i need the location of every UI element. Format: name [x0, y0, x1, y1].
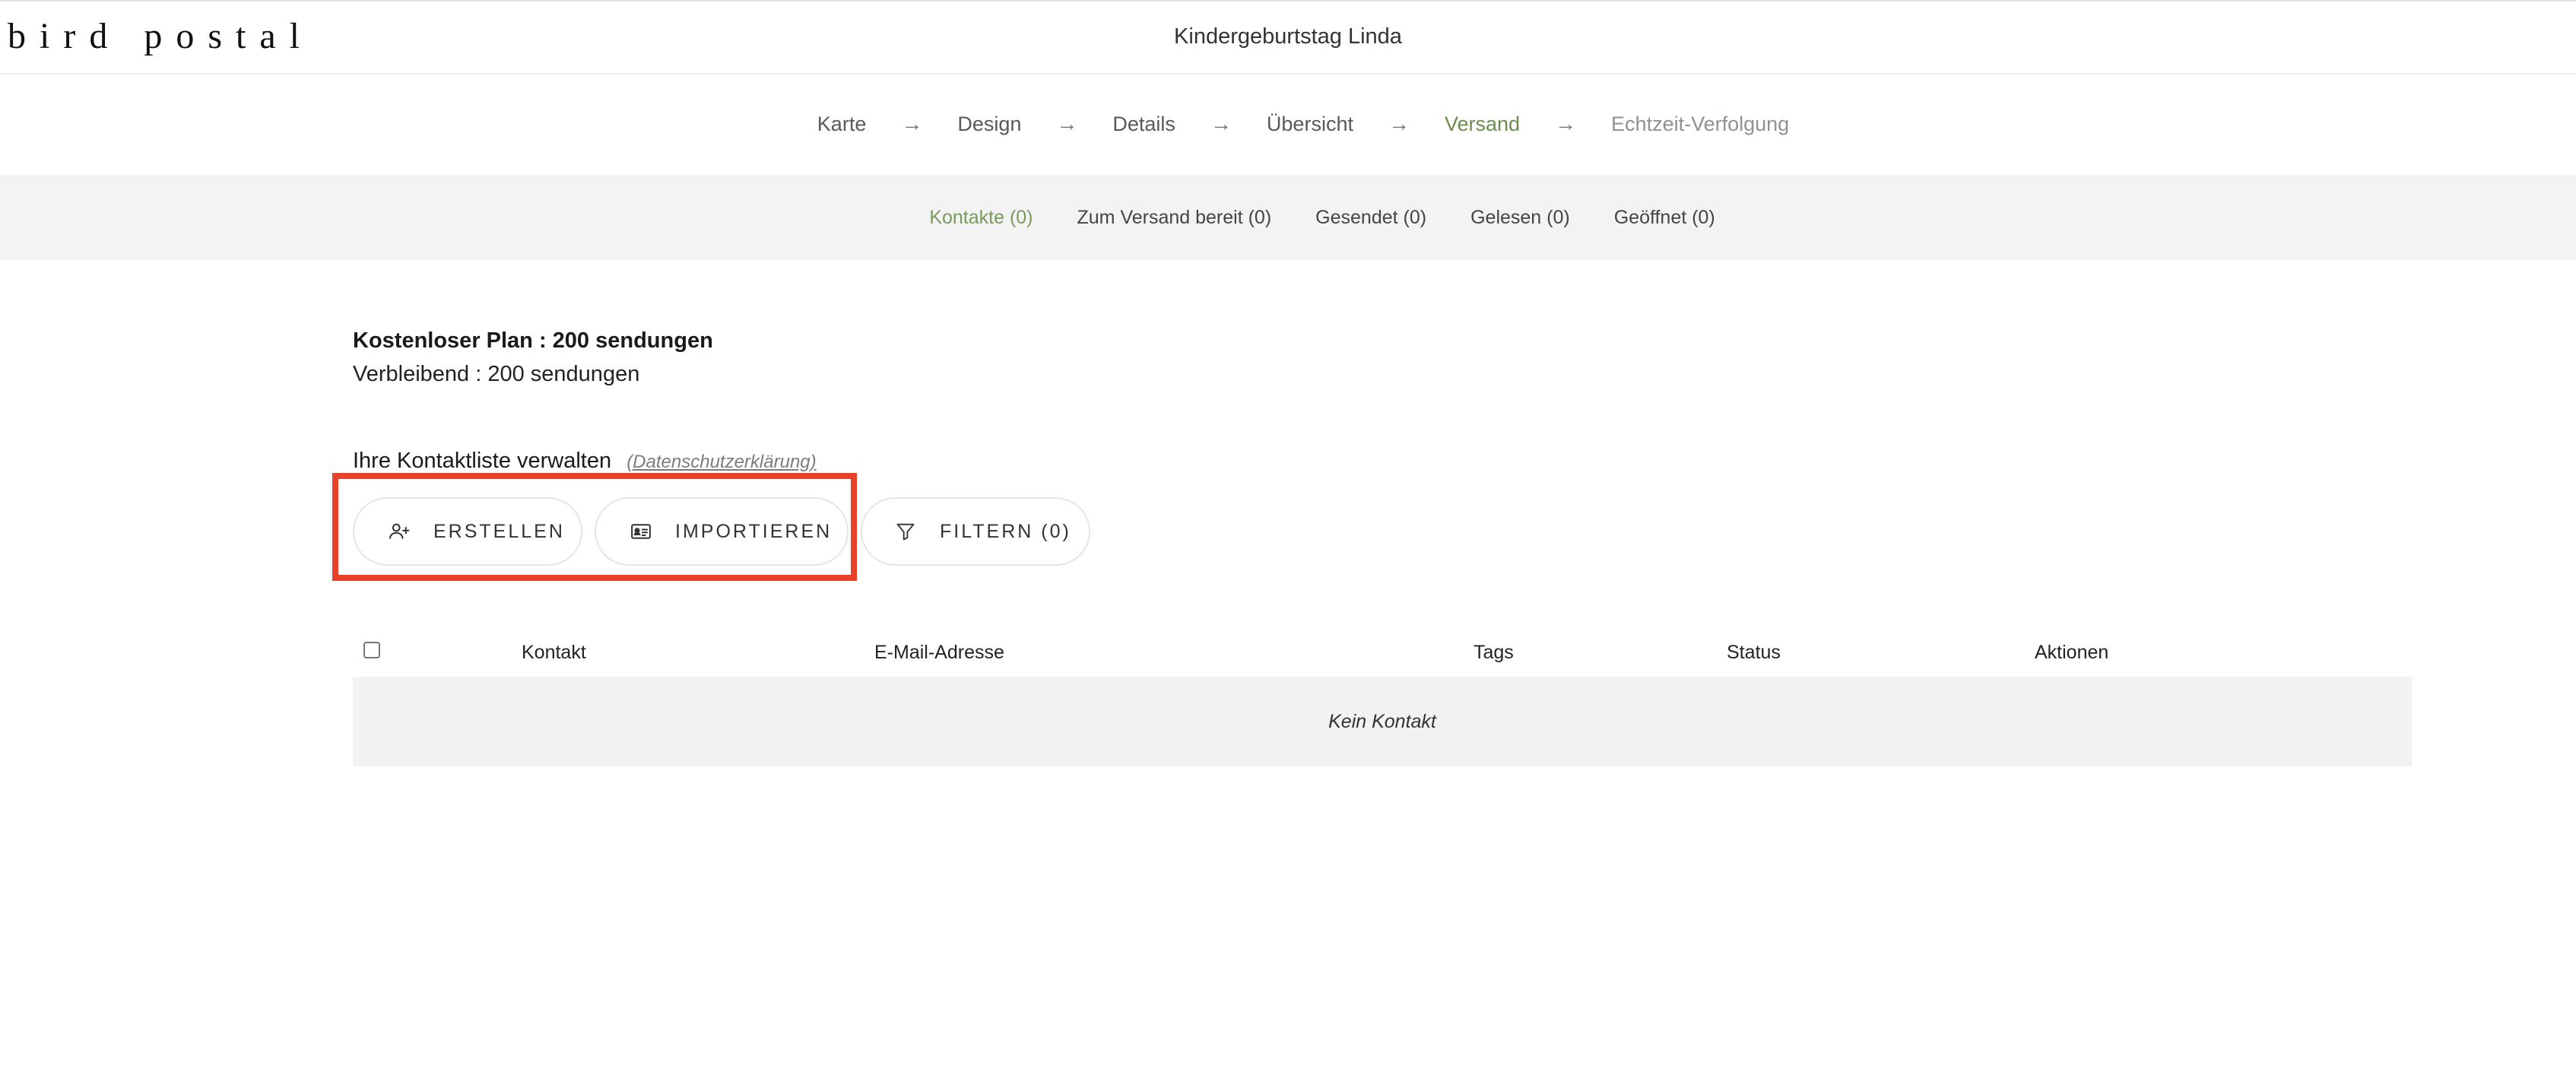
page-title: Kindergeburtstag Linda — [1174, 24, 1402, 49]
contact-list-title: Ihre Kontaktliste verwalten — [353, 449, 612, 473]
table-header: Kontakt E-Mail-Adresse Tags Status Aktio… — [353, 631, 2412, 677]
step-design[interactable]: Design — [957, 113, 1021, 136]
plan-line: Kostenloser Plan : 200 sendungen — [353, 328, 713, 353]
remaining-line: Verbleibend : 200 sendungen — [353, 362, 640, 386]
contact-list-heading: Ihre Kontaktliste verwalten (Datenschutz… — [353, 449, 817, 474]
tab-kontakte[interactable]: Kontakte (0) — [929, 207, 1033, 229]
step-navigation: Karte → Design → Details → Übersicht → V… — [0, 75, 2576, 173]
status-tabs: Kontakte (0) Zum Versand bereit (0) Gese… — [0, 175, 2576, 260]
step-uebersicht[interactable]: Übersicht — [1267, 113, 1353, 136]
tab-gelesen[interactable]: Gelesen (0) — [1470, 207, 1570, 229]
empty-table-row: Kein Kontakt — [353, 677, 2412, 766]
contacts-table: Kontakt E-Mail-Adresse Tags Status Aktio… — [353, 631, 2412, 766]
step-details[interactable]: Details — [1112, 113, 1175, 136]
add-user-icon — [388, 520, 411, 543]
import-button-label: IMPORTIEREN — [675, 520, 833, 542]
plan-info: Kostenloser Plan : 200 sendungen Verblei… — [353, 324, 713, 391]
create-button-label: ERSTELLEN — [433, 520, 565, 542]
step-karte[interactable]: Karte — [817, 113, 867, 136]
tab-zum-versand-bereit[interactable]: Zum Versand bereit (0) — [1077, 207, 1272, 229]
column-header-actions: Aktionen — [2035, 642, 2109, 663]
contact-card-icon — [630, 520, 652, 543]
empty-state-text: Kein Kontakt — [1328, 710, 1436, 732]
create-contact-button[interactable]: ERSTELLEN — [353, 497, 582, 566]
filter-button-label: FILTERN (0) — [940, 520, 1071, 542]
privacy-link[interactable]: (Datenschutzerklärung) — [627, 452, 816, 472]
arrow-right-icon: → — [1388, 112, 1410, 135]
column-header-status[interactable]: Status — [1727, 642, 1781, 664]
step-echtzeit-verfolgung[interactable]: Echtzeit-Verfolgung — [1611, 113, 1789, 136]
column-header-contact[interactable]: Kontakt — [522, 642, 586, 664]
column-header-email[interactable]: E-Mail-Adresse — [874, 642, 1004, 664]
arrow-right-icon: → — [901, 112, 923, 135]
arrow-right-icon: → — [1210, 112, 1232, 135]
arrow-right-icon: → — [1056, 112, 1078, 135]
arrow-right-icon: → — [1555, 112, 1577, 135]
filter-icon — [894, 520, 917, 543]
page: bird postal Kindergeburtstag Linda Karte… — [0, 0, 2576, 1066]
step-versand[interactable]: Versand — [1445, 113, 1520, 136]
column-header-tags[interactable]: Tags — [1474, 642, 1514, 664]
top-header: bird postal Kindergeburtstag Linda — [0, 3, 2576, 75]
select-all-checkbox[interactable] — [363, 642, 380, 658]
tab-gesendet[interactable]: Gesendet (0) — [1315, 207, 1426, 229]
filter-button[interactable]: FILTERN (0) — [861, 497, 1090, 566]
import-contacts-button[interactable]: IMPORTIEREN — [595, 497, 849, 566]
tab-geoeffnet[interactable]: Geöffnet (0) — [1614, 207, 1715, 229]
